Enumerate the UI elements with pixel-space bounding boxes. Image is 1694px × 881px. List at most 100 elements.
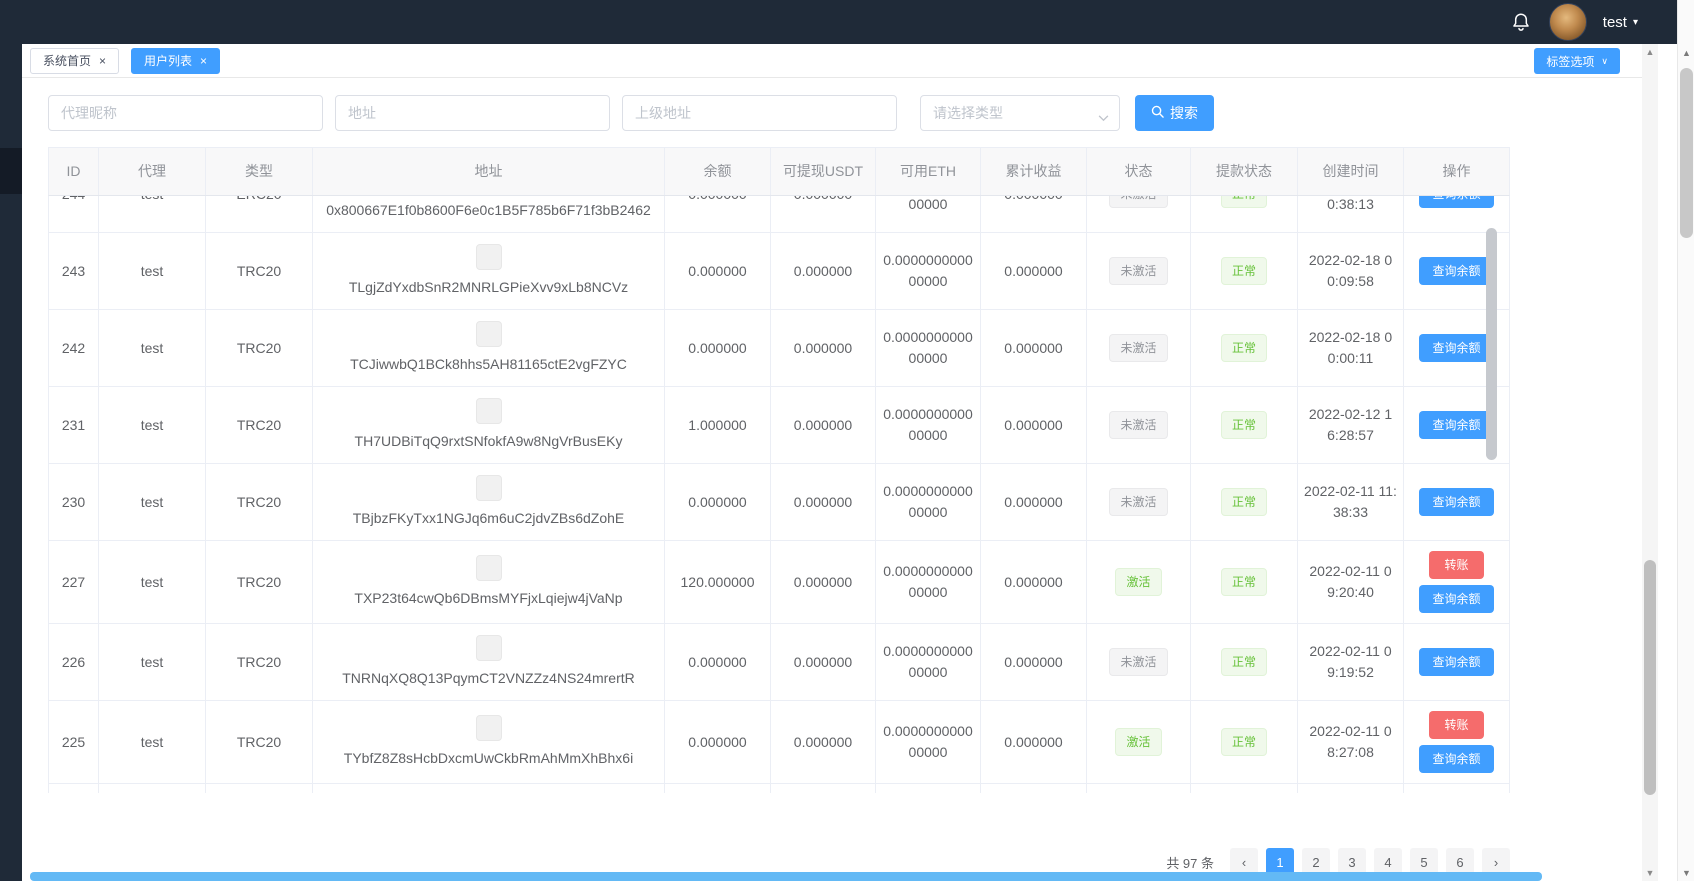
cell-created: 2022-02-11 08:27:08	[1298, 701, 1404, 783]
transfer-button[interactable]: 转账	[1429, 551, 1483, 579]
address-input[interactable]	[335, 95, 610, 131]
cell	[1191, 784, 1298, 793]
action-buttons: 转账查询余额	[1419, 551, 1493, 613]
parent-address-input[interactable]	[622, 95, 897, 131]
tag-options-button[interactable]: 标签选项 ∨	[1534, 48, 1620, 74]
column-header: 操作	[1404, 148, 1509, 195]
cell-status: 激活	[1087, 701, 1191, 783]
action-buttons: 查询余额	[1419, 334, 1493, 362]
column-header: 余额	[665, 148, 771, 195]
status-badge: 激活	[1115, 568, 1161, 596]
cell-eth: 0.000000000000000	[876, 233, 981, 309]
status-badge: 未激活	[1109, 257, 1167, 285]
horizontal-scrollbar-thumb[interactable]	[30, 872, 1542, 881]
cell	[665, 784, 771, 793]
cell	[1298, 784, 1404, 793]
cell-withdraw-status: 正常	[1191, 387, 1298, 463]
cell-balance: 0.000000	[665, 196, 771, 232]
cell-status: 激活	[1087, 541, 1191, 623]
column-header: 提款状态	[1191, 148, 1298, 195]
cell	[771, 784, 876, 793]
column-header: 可提现USDT	[771, 148, 876, 195]
cell-address: 0x800667E1f0b8600F6e0c1B5F785b6F71f3bB24…	[313, 196, 665, 232]
user-menu[interactable]: test ▾	[1603, 14, 1638, 31]
cell-usdt: 0.000000	[771, 624, 876, 700]
user-avatar[interactable]	[1549, 3, 1587, 41]
cell-profit: 0.000000	[981, 701, 1087, 783]
search-button[interactable]: 搜索	[1135, 95, 1214, 131]
cell-type: TRC20	[206, 541, 313, 623]
chevron-down-icon: ∨	[1601, 56, 1608, 67]
scroll-up-icon[interactable]: ▲	[1678, 48, 1694, 58]
withdraw-status-badge: 正常	[1221, 648, 1267, 676]
cell-id: 231	[49, 387, 99, 463]
cell-balance: 120.000000	[665, 541, 771, 623]
query-balance-button[interactable]: 查询余额	[1419, 745, 1493, 773]
cell-withdraw-status: 正常	[1191, 541, 1298, 623]
cell-created: 2022-02-18 00:00:11	[1298, 310, 1404, 386]
collapsed-sidebar[interactable]	[0, 44, 22, 881]
scroll-down-icon[interactable]: ▼	[1678, 868, 1694, 878]
transfer-button[interactable]: 转账	[1429, 711, 1483, 739]
user-table: ID代理类型地址余额可提现USDT可用ETH累计收益状态提款状态创建时间操作 2…	[48, 147, 1510, 793]
address-text: TBjbzFKyTxx1NGJq6m6uC2jdvZBs6dZohE	[353, 508, 625, 529]
cell-balance: 1.000000	[665, 387, 771, 463]
type-select[interactable]: 请选择类型	[920, 95, 1120, 131]
content-scrollbar[interactable]: ▲ ▼	[1642, 44, 1658, 881]
cell-withdraw-status: 正常	[1191, 196, 1298, 232]
content-scrollbar-thumb[interactable]	[1644, 560, 1656, 795]
page-scrollbar[interactable]: ▲ ▼	[1677, 0, 1694, 881]
cell	[1087, 784, 1191, 793]
column-header: 类型	[206, 148, 313, 195]
query-balance-button[interactable]: 查询余额	[1419, 488, 1493, 516]
page-scrollbar-thumb[interactable]	[1680, 68, 1693, 238]
query-balance-button[interactable]: 查询余额	[1419, 411, 1493, 439]
cell-type: TRC20	[206, 233, 313, 309]
status-badge: 未激活	[1109, 411, 1167, 439]
cell-created: 2022-02-11 11:38:33	[1298, 464, 1404, 540]
close-icon[interactable]: ×	[200, 55, 207, 67]
cell-balance: 0.000000	[665, 701, 771, 783]
table-row: 227testTRC20TXP23t64cwQb6DBmsMYFjxLqiejw…	[49, 541, 1509, 624]
query-balance-button[interactable]: 查询余额	[1419, 648, 1493, 676]
column-header: 状态	[1087, 148, 1191, 195]
cell-profit: 0.000000	[981, 541, 1087, 623]
tab-label: 用户列表	[144, 52, 192, 69]
withdraw-status-badge: 正常	[1221, 728, 1267, 756]
withdraw-status-badge: 正常	[1221, 568, 1267, 596]
table-row: 231testTRC20TH7UDBiTqQ9rxtSNfokfA9w8NgVr…	[49, 387, 1509, 464]
cell-status: 未激活	[1087, 387, 1191, 463]
cell-id: 230	[49, 464, 99, 540]
sidebar-active-item[interactable]	[0, 148, 22, 194]
table-scrollbar-thumb[interactable]	[1486, 228, 1497, 460]
tab-system-home[interactable]: 系统首页 ×	[30, 48, 119, 74]
notification-bell-icon[interactable]	[1509, 10, 1533, 34]
close-icon[interactable]: ×	[99, 55, 106, 67]
cell-status: 未激活	[1087, 233, 1191, 309]
query-balance-button[interactable]: 查询余额	[1419, 334, 1493, 362]
chevron-down-icon	[1098, 109, 1109, 125]
cell-status: 未激活	[1087, 624, 1191, 700]
query-balance-button[interactable]: 查询余额	[1419, 585, 1493, 613]
cell	[99, 784, 206, 793]
scroll-up-icon[interactable]: ▲	[1642, 47, 1658, 57]
address-text: TNRNqXQ8Q13PqymCT2VNZZz4NS24mrertR	[342, 668, 635, 689]
topbar-right: test ▾	[1509, 0, 1638, 44]
cell-withdraw-status: 正常	[1191, 624, 1298, 700]
query-balance-button[interactable]: 查询余额	[1419, 196, 1493, 208]
scroll-down-icon[interactable]: ▼	[1642, 868, 1658, 878]
column-header: 创建时间	[1298, 148, 1404, 195]
cell-profit: 0.000000	[981, 196, 1087, 232]
cell-created: 2022-02-11 09:19:52	[1298, 624, 1404, 700]
status-badge: 未激活	[1109, 488, 1167, 516]
qr-placeholder	[476, 715, 502, 741]
tab-user-list[interactable]: 用户列表 ×	[131, 48, 220, 74]
cell-actions: 查询余额	[1404, 464, 1509, 540]
withdraw-status-badge: 正常	[1221, 196, 1267, 208]
cell-agent: test	[99, 310, 206, 386]
cell	[981, 784, 1087, 793]
query-balance-button[interactable]: 查询余额	[1419, 257, 1493, 285]
qr-placeholder	[476, 555, 502, 581]
agent-nickname-input[interactable]	[48, 95, 323, 131]
cell-type: TRC20	[206, 624, 313, 700]
